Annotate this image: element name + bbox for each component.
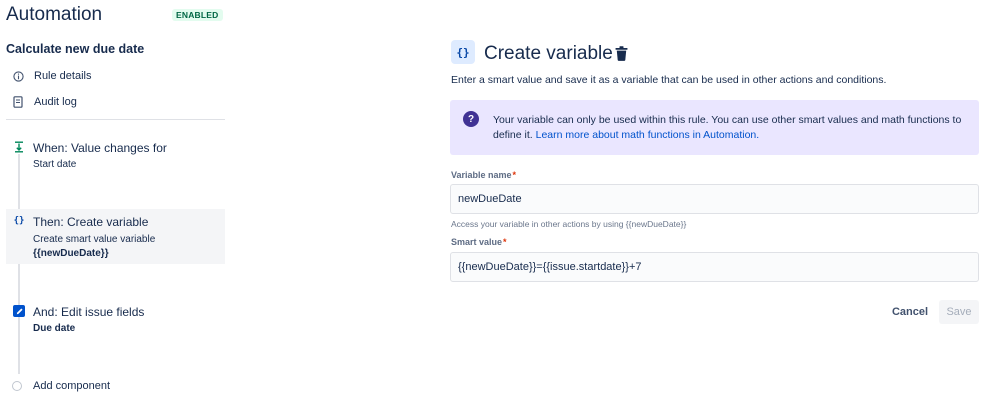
add-component-button[interactable]: Add component <box>12 378 110 394</box>
step-title: When: Value changes for <box>33 141 167 155</box>
info-message: ? Your variable can only be used within … <box>450 100 979 155</box>
required-mark: * <box>512 170 517 180</box>
cancel-button[interactable]: Cancel <box>886 300 934 324</box>
variable-icon: {} <box>13 216 25 226</box>
smart-value-input[interactable] <box>450 252 979 282</box>
step-title: Then: Create variable <box>33 215 149 229</box>
rule-name: Calculate new due date <box>6 42 145 56</box>
math-functions-link[interactable]: Learn more about math functions in Autom… <box>536 129 760 141</box>
add-component-label: Add component <box>33 380 111 392</box>
component-panel: {} Create variable Enter a smart value a… <box>450 0 980 399</box>
smart-value-label-text: Smart value <box>451 237 503 247</box>
variable-name-label-text: Variable name <box>451 170 512 180</box>
document-icon <box>12 96 24 108</box>
add-circle-icon <box>12 381 22 391</box>
variable-name-input[interactable] <box>450 184 979 214</box>
rule-step-create-variable[interactable]: {} Then: Create variable Create smart va… <box>6 209 225 264</box>
variable-icon: {} <box>451 40 475 64</box>
panel-title: Create variable <box>484 43 613 64</box>
panel-description: Enter a smart value and save it as a var… <box>451 74 887 86</box>
trigger-icon <box>13 141 25 153</box>
save-button[interactable]: Save <box>939 300 979 324</box>
sidebar-item-label: Audit log <box>34 96 77 108</box>
question-icon: ? <box>463 111 479 127</box>
step-detail: Due date <box>33 323 76 334</box>
rule-step-trigger[interactable]: When: Value changes for Start date <box>6 136 225 180</box>
edit-icon <box>13 305 25 317</box>
step-title: And: Edit issue fields <box>33 305 145 319</box>
variable-name-label: Variable name* <box>451 170 516 180</box>
status-badge: ENABLED <box>172 9 223 21</box>
sidebar-item-audit-log[interactable]: Audit log <box>12 93 77 111</box>
step-detail-value: {{newDueDate}} <box>33 248 109 259</box>
info-icon <box>12 70 24 82</box>
app-title: Automation <box>6 4 103 25</box>
rule-sidebar: Automation ENABLED Calculate new due dat… <box>0 0 226 399</box>
trash-icon[interactable] <box>615 46 629 62</box>
rule-step-edit-issue[interactable]: And: Edit issue fields Due date <box>6 300 225 340</box>
info-text: Your variable can only be used within th… <box>493 113 968 143</box>
variable-name-helper: Access your variable in other actions by… <box>451 219 687 229</box>
step-detail: Create smart value variable <box>33 234 156 245</box>
sidebar-item-rule-details[interactable]: Rule details <box>12 67 91 85</box>
rule-timeline-line <box>18 154 20 374</box>
step-detail: Start date <box>33 159 77 170</box>
smart-value-label: Smart value* <box>451 237 507 247</box>
sidebar-item-label: Rule details <box>34 70 92 82</box>
divider <box>6 119 225 120</box>
required-mark: * <box>503 237 507 247</box>
